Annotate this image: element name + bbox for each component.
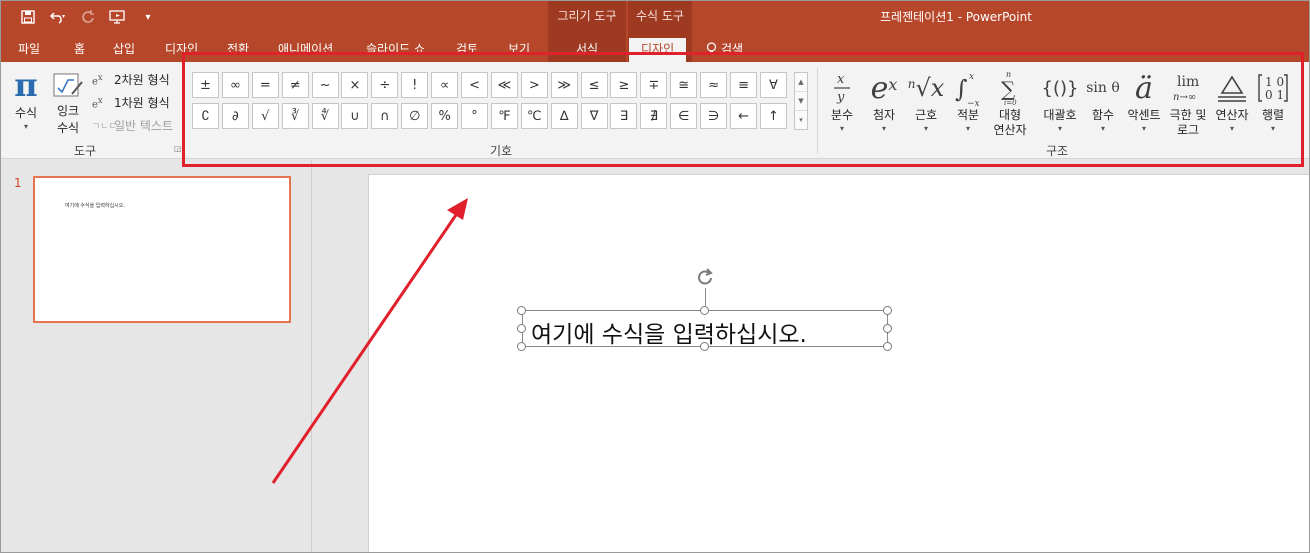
annotation-arrow xyxy=(271,198,468,484)
